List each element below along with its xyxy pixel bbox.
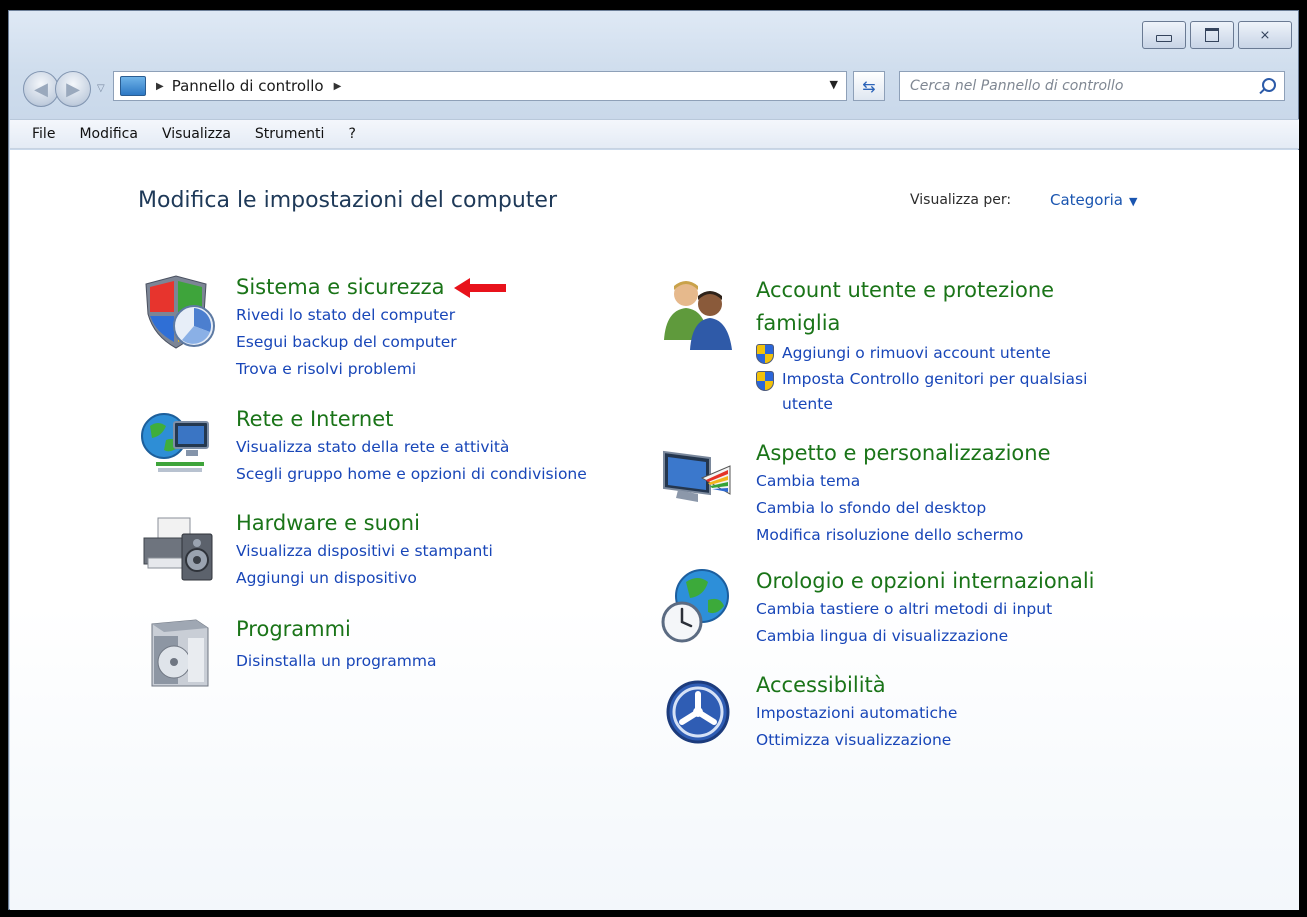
link-change-desktop-background[interactable]: Cambia lo sfondo del desktop	[756, 495, 1051, 522]
category-text: Accessibilità Impostazioni automatiche O…	[756, 670, 957, 754]
caption-buttons: ⨯	[1142, 21, 1292, 49]
link-automatic-settings[interactable]: Impostazioni automatiche	[756, 700, 957, 727]
category-text: Orologio e opzioni internazionali Cambia…	[756, 566, 1095, 650]
link-view-network-status[interactable]: Visualizza stato della rete e attività	[236, 434, 587, 461]
category-title-user-accounts[interactable]: Account utente e protezione famiglia	[756, 274, 1126, 340]
link-label[interactable]: Aggiungi o rimuovi account utente	[782, 344, 1051, 362]
category-title-accessibility[interactable]: Accessibilità	[756, 670, 957, 700]
globe-clock-icon	[661, 569, 729, 643]
maximize-button[interactable]	[1190, 21, 1234, 49]
address-dropdown-icon[interactable]: ▼	[830, 78, 838, 91]
red-arrow-annotation-icon	[454, 278, 506, 298]
breadcrumb-separator-icon[interactable]: ▶	[156, 81, 164, 92]
menu-file[interactable]: File	[32, 126, 55, 142]
view-by-dropdown[interactable]: Categoria ▼	[1050, 191, 1137, 209]
uac-shield-icon	[756, 371, 774, 391]
monitor-palette-icon	[663, 450, 731, 502]
link-change-theme[interactable]: Cambia tema	[756, 468, 1051, 495]
breadcrumb-expand-icon[interactable]: ▶	[334, 81, 342, 92]
link-change-resolution[interactable]: Modifica risoluzione dello schermo	[756, 522, 1051, 549]
category-text: Hardware e suoni Visualizza dispositivi …	[236, 508, 493, 592]
navigation-bar: ◀ ▶ ▽ ▶ Pannello di controllo ▶ ▼ ⇆	[23, 67, 1288, 107]
link-change-display-language[interactable]: Cambia lingua di visualizzazione	[756, 623, 1095, 650]
view-by-value[interactable]: Categoria	[1050, 191, 1123, 209]
category-text: Account utente e protezione famiglia Agg…	[756, 274, 1136, 417]
link-backup-computer[interactable]: Esegui backup del computer	[236, 329, 457, 356]
link-homegroup-sharing[interactable]: Scegli gruppo home e opzioni di condivis…	[236, 461, 587, 488]
search-input[interactable]	[908, 76, 1238, 96]
back-arrow-icon: ◀	[34, 78, 48, 100]
category-title-programs[interactable]: Programmi	[236, 614, 436, 644]
menu-modifica[interactable]: Modifica	[79, 126, 138, 142]
category-title-system-security[interactable]: Sistema e sicurezza	[236, 272, 457, 302]
link-change-keyboards[interactable]: Cambia tastiere o altri metodi di input	[756, 596, 1095, 623]
link-view-devices-printers[interactable]: Visualizza dispositivi e stampanti	[236, 538, 493, 565]
link-review-computer-status[interactable]: Rivedi lo stato del computer	[236, 302, 457, 329]
search-icon[interactable]	[1262, 78, 1276, 92]
close-button[interactable]: ⨯	[1238, 21, 1292, 49]
menu-bar: File Modifica Visualizza Strumenti ?	[10, 119, 1299, 149]
link-troubleshoot[interactable]: Trova e risolvi problemi	[236, 356, 457, 383]
forward-arrow-icon: ▶	[66, 78, 80, 100]
page-title: Modifica le impostazioni del computer	[138, 188, 557, 213]
breadcrumb-control-panel[interactable]: Pannello di controllo	[172, 77, 324, 95]
link-uninstall-program[interactable]: Disinstalla un programma	[236, 648, 436, 675]
link-parental-controls[interactable]: Imposta Controllo genitori per qualsiasi…	[756, 367, 1136, 417]
users-icon	[664, 281, 732, 350]
refresh-button[interactable]: ⇆	[853, 71, 885, 101]
refresh-icon: ⇆	[862, 76, 876, 96]
link-optimize-display[interactable]: Ottimizza visualizzazione	[756, 727, 957, 754]
view-by-label: Visualizza per:	[910, 192, 1012, 208]
category-text: Programmi Disinstalla un programma	[236, 614, 436, 675]
link-label[interactable]: Imposta Controllo genitori per qualsiasi…	[782, 370, 1087, 413]
forward-button[interactable]: ▶	[55, 71, 91, 107]
printer-speaker-icon	[143, 517, 213, 581]
chevron-down-icon[interactable]: ▼	[1129, 195, 1137, 208]
category-text: Rete e Internet Visualizza stato della r…	[236, 404, 587, 488]
control-panel-icon	[120, 76, 146, 96]
search-box[interactable]	[899, 71, 1285, 101]
link-add-device[interactable]: Aggiungi un dispositivo	[236, 565, 493, 592]
category-text: Sistema e sicurezza Rivedi lo stato del …	[236, 272, 457, 383]
category-title-clock-region[interactable]: Orologio e opzioni internazionali	[756, 566, 1095, 596]
minimize-button[interactable]	[1142, 21, 1186, 49]
network-globe-icon	[141, 413, 209, 472]
recent-pages-dropdown-icon[interactable]: ▽	[97, 83, 105, 94]
programs-box-icon	[151, 619, 209, 687]
back-button[interactable]: ◀	[23, 71, 59, 107]
control-panel-window: ⨯ ◀ ▶ ▽ ▶ Pannello di controllo ▶ ▼ ⇆ Fi…	[8, 10, 1299, 910]
content-area: Modifica le impostazioni del computer Vi…	[10, 150, 1299, 910]
category-title-appearance[interactable]: Aspetto e personalizzazione	[756, 438, 1051, 468]
menu-visualizza[interactable]: Visualizza	[162, 126, 231, 142]
link-add-remove-accounts[interactable]: Aggiungi o rimuovi account utente	[756, 340, 1136, 367]
uac-shield-icon	[756, 344, 774, 364]
shield-icon	[145, 275, 215, 349]
menu-strumenti[interactable]: Strumenti	[255, 126, 325, 142]
address-bar[interactable]: ▶ Pannello di controllo ▶ ▼	[113, 71, 847, 101]
category-text: Aspetto e personalizzazione Cambia tema …	[756, 438, 1051, 549]
accessibility-icon	[666, 680, 730, 744]
category-title-hardware-sound[interactable]: Hardware e suoni	[236, 508, 493, 538]
category-title-network-internet[interactable]: Rete e Internet	[236, 404, 587, 434]
menu-help[interactable]: ?	[348, 126, 355, 142]
